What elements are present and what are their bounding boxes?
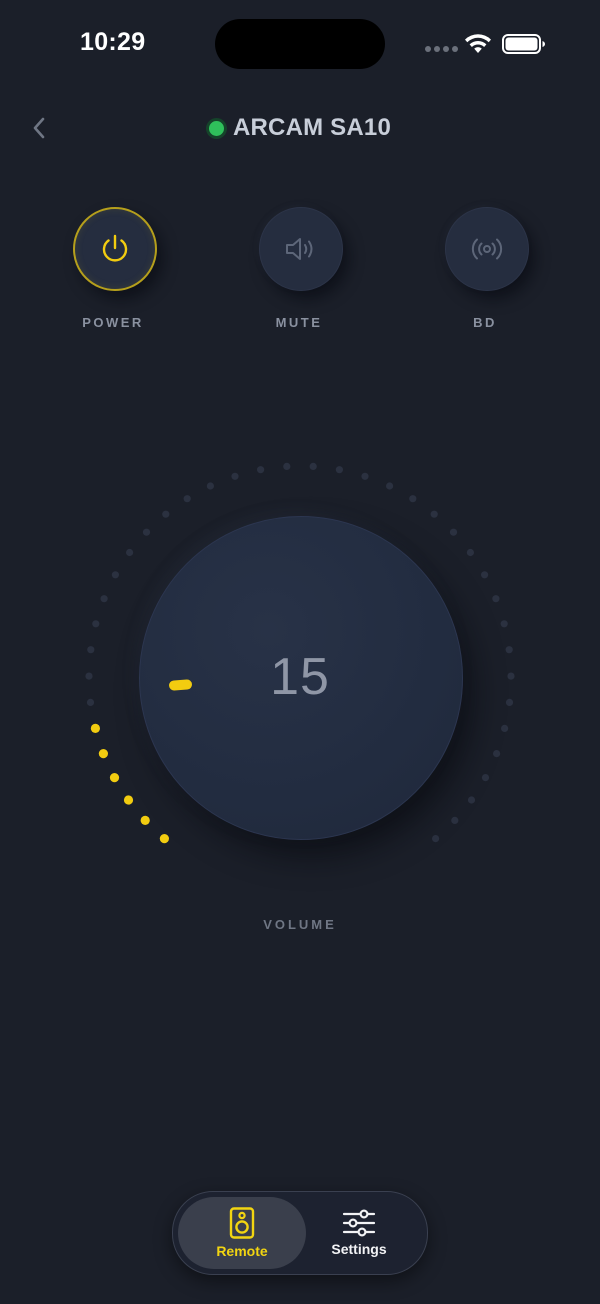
volume-tick: [206, 482, 214, 490]
volume-tick: [492, 595, 500, 603]
volume-tick: [126, 548, 134, 557]
volume-tick: [100, 595, 108, 603]
volume-tick: [500, 620, 508, 628]
speaker-box-icon: [229, 1207, 255, 1239]
volume-tick: [432, 835, 440, 843]
volume-tick-active: [140, 815, 150, 826]
volume-tick: [481, 571, 489, 579]
tab-remote-label: Remote: [216, 1243, 268, 1259]
volume-tick: [183, 495, 191, 503]
volume-tick: [493, 750, 501, 758]
volume-tick-active: [123, 795, 134, 805]
volume-knob[interactable]: [139, 516, 463, 840]
volume-tick: [85, 672, 93, 680]
sliders-icon: [342, 1209, 376, 1237]
volume-tick: [501, 724, 509, 733]
volume-tick: [430, 510, 438, 518]
volume-tick: [451, 816, 459, 825]
volume-tick: [162, 510, 170, 518]
volume-tick-active: [159, 834, 169, 844]
volume-tick: [449, 528, 458, 536]
volume-tick: [257, 466, 265, 474]
volume-tick: [231, 472, 239, 480]
volume-tick: [111, 571, 119, 579]
volume-knob-indicator: [168, 679, 193, 691]
volume-label: VOLUME: [263, 917, 337, 932]
volume-tick-active: [98, 749, 108, 759]
volume-tick: [467, 796, 476, 804]
volume-tick-ring: [85, 462, 515, 844]
volume-tick-active: [109, 773, 120, 783]
volume-tick: [92, 620, 100, 628]
volume-tick: [86, 698, 95, 707]
tab-bar: Settings Remote: [172, 1191, 428, 1275]
remote-screen: 10:29 ARCAM SA10 POWER MUTE BD 15 VOLUME…: [0, 0, 600, 1304]
tab-settings-label: Settings: [331, 1241, 387, 1257]
volume-tick: [87, 646, 95, 654]
tab-remote[interactable]: Remote: [178, 1197, 306, 1269]
volume-tick-active: [90, 723, 100, 734]
volume-tick: [507, 672, 515, 680]
volume-tick: [466, 548, 474, 557]
volume-tick: [283, 462, 291, 470]
volume-tick: [386, 482, 394, 490]
volume-tick: [505, 698, 514, 707]
volume-tick: [309, 462, 317, 470]
volume-tick: [335, 466, 343, 474]
volume-tick: [142, 528, 151, 536]
volume-tick: [505, 646, 513, 654]
volume-tick: [409, 495, 417, 503]
volume-tick: [481, 774, 490, 782]
tab-settings[interactable]: Settings: [297, 1197, 421, 1269]
volume-tick: [361, 472, 369, 480]
